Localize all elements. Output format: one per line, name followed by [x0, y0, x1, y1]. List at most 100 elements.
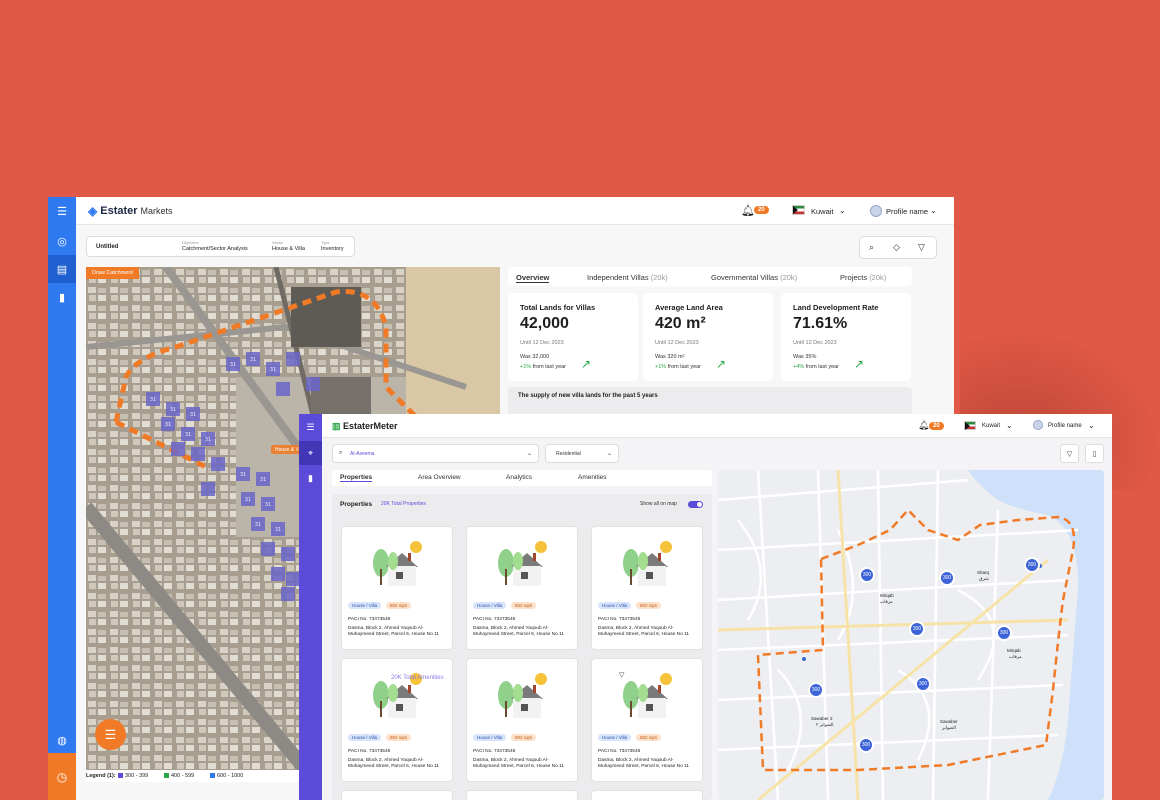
stat-value: 42,000 [520, 315, 569, 332]
bookmark-icon[interactable]: ▯ [1085, 444, 1104, 463]
map-cluster-marker[interactable]: 300 [1024, 557, 1040, 573]
location-icon[interactable]: ⌖ [299, 441, 322, 465]
menu-icon[interactable]: ☰ [48, 197, 76, 225]
stat-change-value: +1% [655, 364, 667, 370]
map-cluster-marker[interactable]: 300 [939, 570, 955, 586]
property-type-badge: House / Villa [348, 602, 382, 609]
svg-text:31: 31 [245, 497, 251, 503]
property-card[interactable] [341, 790, 453, 800]
meter-sidebar: ☰ ⌖ ▮ [299, 414, 322, 800]
property-paci: PACI No. 73473546 [598, 617, 641, 622]
filter-icon[interactable]: ▽ [918, 242, 925, 253]
tab-governmental-villas[interactable]: Governmental Villas (20k) [711, 273, 797, 282]
draw-catchment-button[interactable]: Draw Catchment [86, 267, 139, 279]
bookmark-icon[interactable]: ▮ [48, 283, 76, 311]
globe-icon[interactable]: ◍ [48, 726, 76, 754]
stat-previous: Was 32,000 [520, 354, 550, 360]
menu-icon[interactable]: ☰ [299, 415, 322, 439]
chevron-down-icon[interactable]: ⌄ [1088, 421, 1095, 430]
logo-brand: EstaterMeter [343, 421, 398, 431]
breadcrumb[interactable]: Untitled Objective Catchment/Sector Anal… [86, 236, 355, 257]
stat-change-suffix: from last year [805, 364, 840, 370]
breadcrumb-objective[interactable]: Objective Catchment/Sector Analysis [182, 240, 248, 252]
chevron-down-icon[interactable]: ⌄ [839, 206, 846, 215]
svg-text:31: 31 [205, 437, 211, 443]
breadcrumb-value: Catchment/Sector Analysis [182, 246, 248, 252]
street-map[interactable]: 300 300 300 300 300 300 300 300 Sharq شر… [718, 470, 1104, 800]
country-label[interactable]: Kuwait [982, 423, 1000, 429]
tab-properties[interactable]: Properties [340, 474, 373, 482]
chevron-down-icon[interactable]: ⌄ [1006, 421, 1013, 430]
supply-panel: The supply of new villa lands for the pa… [508, 387, 912, 417]
property-card[interactable]: House / Villa 802 sqm PACI No. 73473546 … [466, 526, 578, 650]
property-card[interactable]: ▽ House / Villa 802 sqm PACI No. 7347354… [591, 658, 703, 782]
breadcrumb-type[interactable]: Type Inventory [321, 240, 344, 252]
country-label[interactable]: Kuwait [811, 207, 834, 216]
analysis-name[interactable]: Untitled [96, 244, 118, 250]
avatar[interactable] [870, 205, 882, 217]
tab-analytics[interactable]: Analytics [506, 474, 532, 481]
filter-icon[interactable]: ▽ [1060, 444, 1079, 463]
legend-item: 300 - 399 [118, 773, 148, 779]
tab-independent-villas[interactable]: Independent Villas (20k) [587, 273, 668, 282]
bookmark-icon[interactable]: ▮ [299, 466, 322, 490]
meter-tabs: Properties Area Overview Analytics Ameni… [332, 470, 712, 486]
bell-icon[interactable]: 🔔︎ [741, 204, 755, 217]
map-cluster-marker[interactable]: 300 [915, 676, 931, 692]
layers-icon[interactable]: ◇ [893, 242, 900, 253]
chevron-down-icon[interactable]: ⌄ [930, 206, 937, 215]
tab-overview[interactable]: Overview [516, 273, 550, 283]
dashboard-icon[interactable]: ◎ [48, 227, 76, 255]
breadcrumb-sector[interactable]: Sector House & Villa [272, 240, 305, 252]
map-cluster-marker[interactable]: 300 [859, 567, 875, 583]
map-place-label-ar: الصوابر [942, 725, 956, 730]
avatar[interactable] [1033, 420, 1043, 430]
meter-window: ☰ ⌖ ▮ ▥ EstaterMeter 🔔︎ 20 Kuwait ⌄ Prof… [299, 414, 1112, 800]
area-select[interactable]: ⌕ Al-Aseema ⌄ [332, 444, 539, 463]
svg-text:31: 31 [270, 367, 276, 373]
clock-icon[interactable]: ◷ [48, 753, 76, 800]
profile-name[interactable]: Profile name [886, 207, 928, 216]
property-card[interactable]: 20K Total Amenities House / Villa 802 sq… [341, 658, 453, 782]
map-cluster-marker[interactable]: 300 [996, 625, 1012, 641]
stat-card: Land Development Rate 71.61% Until 12 De… [781, 293, 911, 381]
show-all-toggle[interactable] [688, 501, 703, 508]
kuwait-flag-icon [792, 205, 805, 215]
type-select-value: Residential [556, 451, 581, 457]
markets-sidebar: ☰ ◎ ▤ ▮ ◍ [48, 197, 76, 782]
map-cluster-marker[interactable]: 300 [808, 682, 824, 698]
tab-amenities[interactable]: Amenities [578, 474, 607, 481]
tab-count: (20k) [869, 273, 887, 282]
property-card[interactable]: House / Villa 802 sqm PACI No. 73473546 … [466, 658, 578, 782]
chevron-down-icon: ⌄ [606, 451, 612, 457]
report-icon[interactable]: ▤ [48, 255, 76, 283]
search-icon[interactable]: ⌕ [869, 242, 874, 253]
kuwait-flag-icon [964, 421, 976, 430]
stat-change-suffix: from last year [532, 364, 567, 370]
stat-date: Until 12 Dec 2023 [793, 340, 837, 346]
map-cluster-marker[interactable]: 300 [858, 737, 874, 753]
map-cluster-marker[interactable]: 300 [909, 621, 925, 637]
property-card[interactable]: House / Villa 802 sqm PACI No. 73473546 … [341, 526, 453, 650]
property-card[interactable] [591, 790, 703, 800]
menu-fab-button[interactable]: ☰ [95, 719, 126, 750]
svg-text:31: 31 [165, 422, 171, 428]
breadcrumb-key: Type [321, 240, 330, 245]
tab-area-overview[interactable]: Area Overview [418, 474, 461, 481]
type-select[interactable]: Residential ⌄ [545, 444, 619, 463]
property-card[interactable]: House / Villa 802 sqm PACI No. 73473546 … [591, 526, 703, 650]
property-type-badge: House / Villa [598, 734, 632, 741]
svg-text:31: 31 [260, 477, 266, 483]
map-area-label[interactable]: House & V [275, 447, 299, 453]
property-card[interactable] [466, 790, 578, 800]
property-area-badge: 802 sqm [636, 602, 662, 609]
property-area-badge: 802 sqm [511, 602, 537, 609]
svg-text:31: 31 [275, 527, 281, 533]
bell-icon[interactable]: 🔔︎ [918, 420, 929, 431]
amenities-count-overlay: 20K Total Amenities [391, 675, 444, 681]
map-place-label: Mirqab [880, 593, 894, 598]
house-illustration-icon [373, 541, 422, 586]
properties-count[interactable]: 20K Total Properties [381, 501, 426, 507]
tab-projects[interactable]: Projects (20k) [840, 273, 886, 282]
profile-name[interactable]: Profile name [1048, 423, 1082, 429]
